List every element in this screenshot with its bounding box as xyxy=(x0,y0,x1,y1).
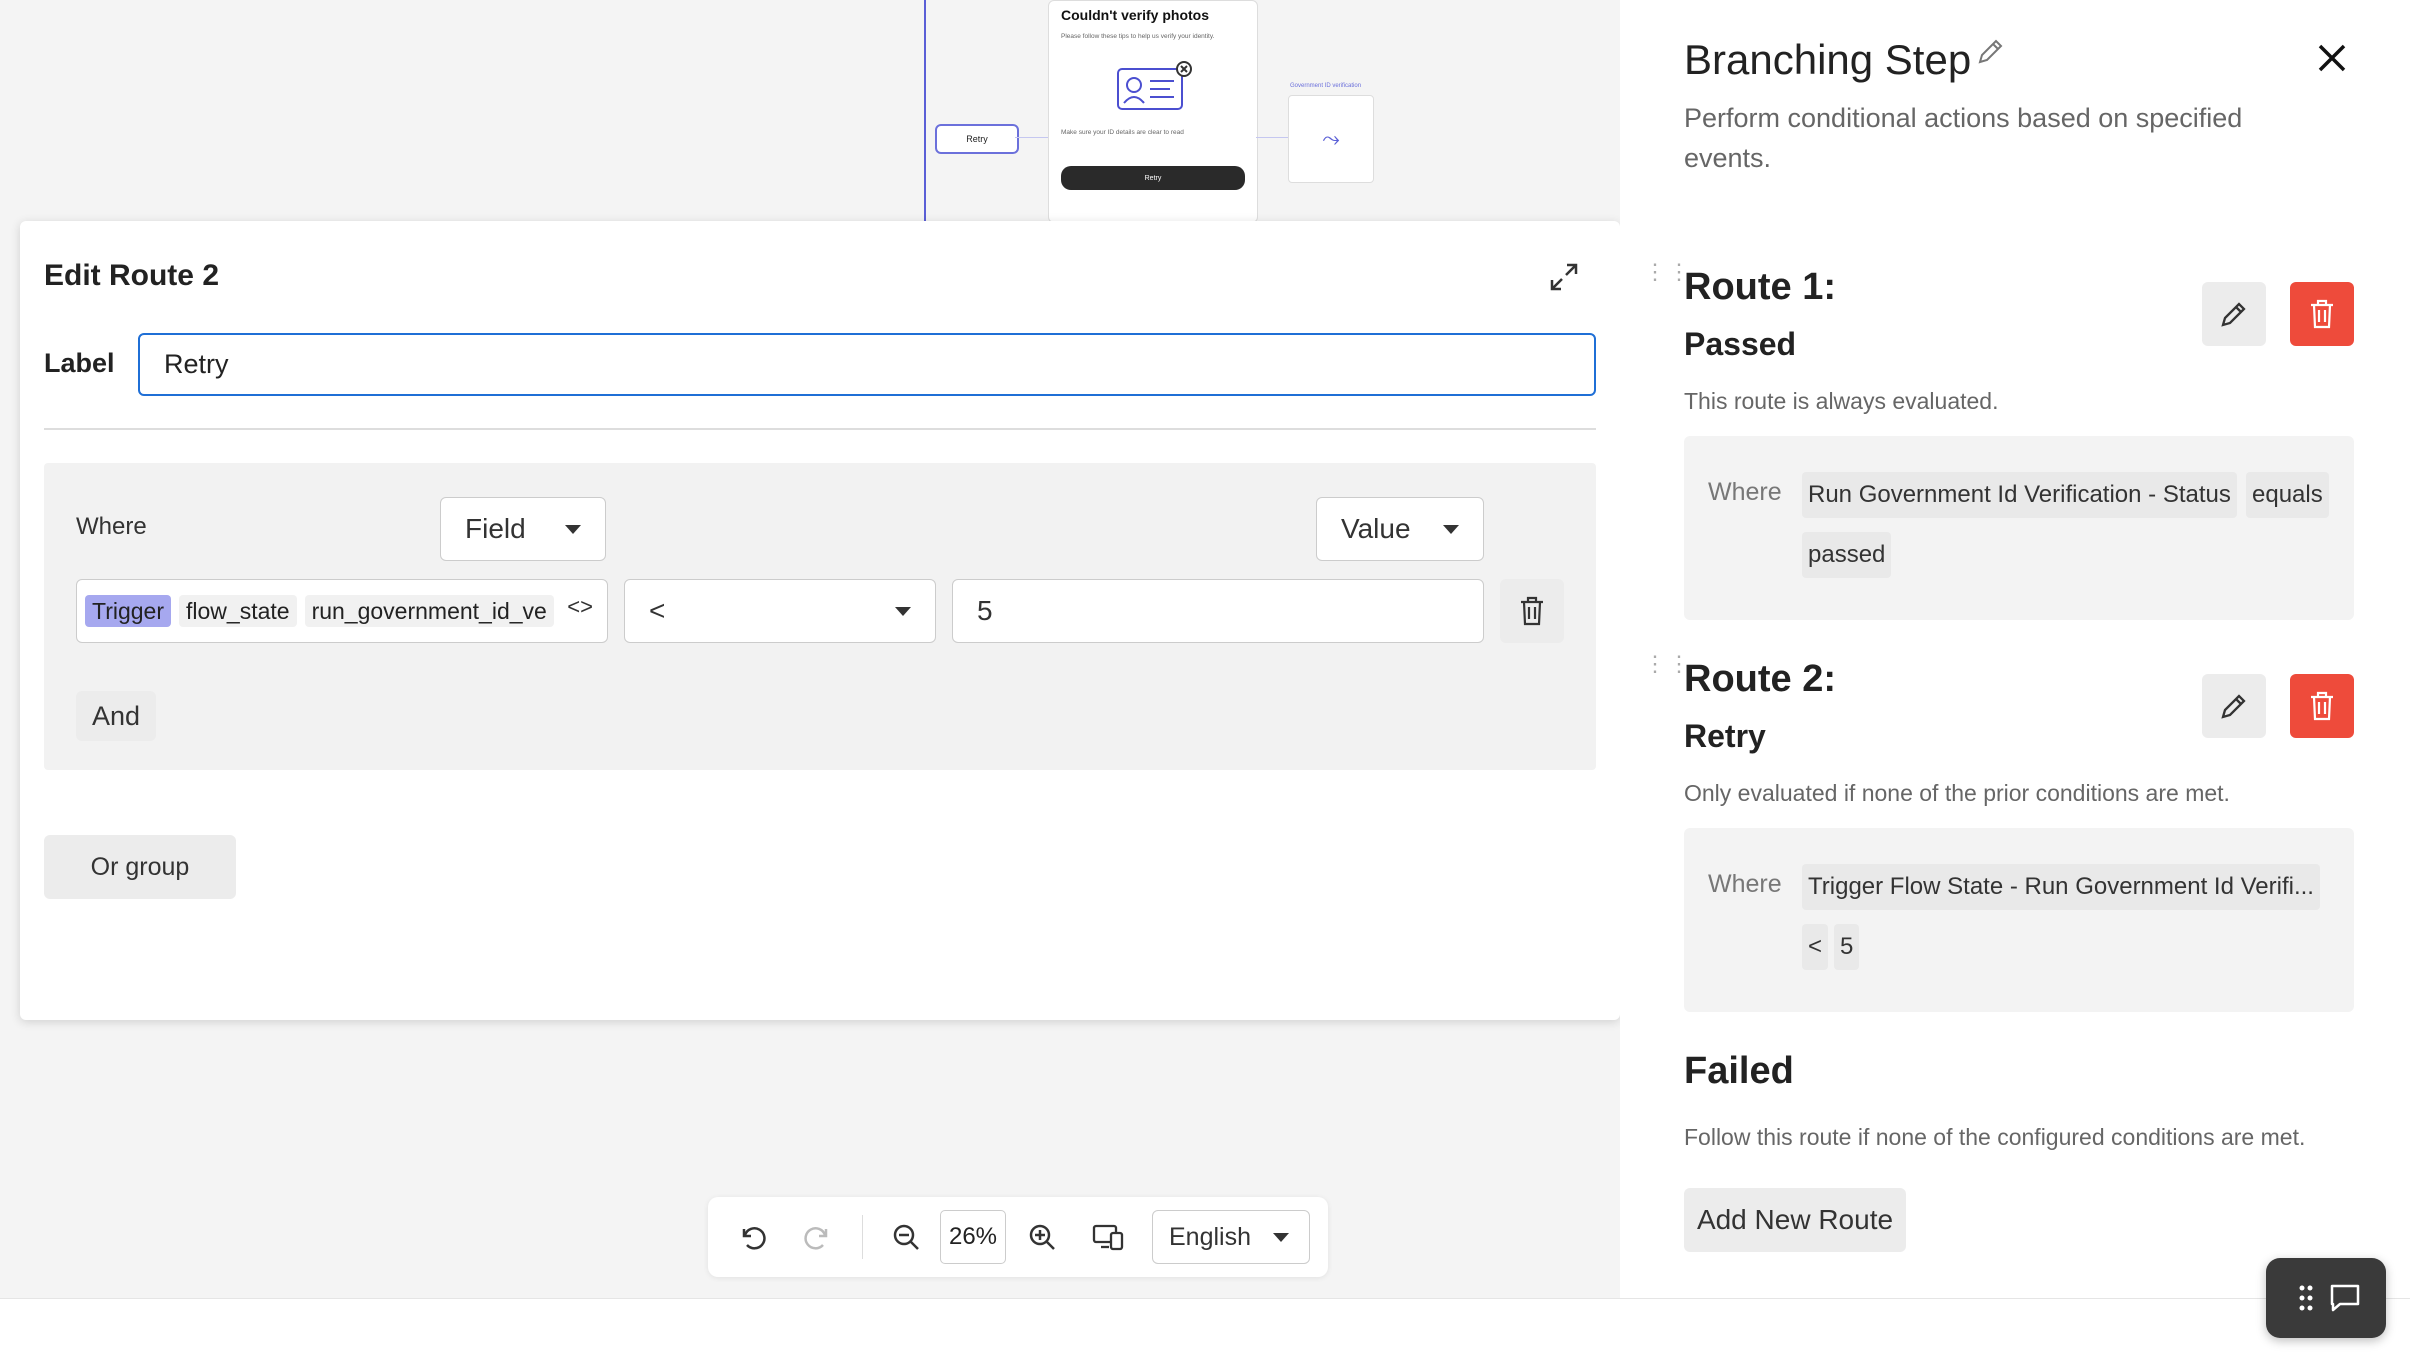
condition-chip: Run Government Id Verification - Status xyxy=(1802,472,2237,518)
condition-group: Where Field Value Trigger flow_state run… xyxy=(44,463,1596,770)
condition-chip: < xyxy=(1802,924,1829,970)
undo-icon[interactable] xyxy=(732,1217,772,1257)
or-group-button[interactable]: Or group xyxy=(44,835,236,899)
route-label-input[interactable]: Retry xyxy=(138,333,1596,396)
where-label: Where xyxy=(76,513,147,540)
failed-title: Failed xyxy=(1684,1050,1794,1092)
path-chip-flow-state: flow_state xyxy=(179,595,297,627)
value-dropdown[interactable]: Value xyxy=(1316,497,1484,561)
condition-chip: passed xyxy=(1802,532,1892,578)
field-dropdown-label: Field xyxy=(465,513,526,544)
route-2-description: Only evaluated if none of the prior cond… xyxy=(1684,780,2230,806)
trash-icon xyxy=(2311,691,2333,721)
edit-title-pencil-icon[interactable] xyxy=(1974,36,2006,68)
failed-description: Follow this route if none of the configu… xyxy=(1684,1124,2306,1150)
screen-retry-button[interactable]: Retry xyxy=(1061,166,1245,190)
language-dropdown[interactable]: English xyxy=(1152,1210,1310,1264)
value-dropdown-label: Value xyxy=(1341,513,1411,544)
canvas-toolbar: 26% English xyxy=(708,1197,1328,1277)
zoom-out-icon[interactable] xyxy=(886,1217,926,1257)
delete-condition-button[interactable] xyxy=(1500,579,1564,643)
route-2-conditions: Where Trigger Flow State - Run Governmen… xyxy=(1684,828,2354,1012)
close-icon[interactable] xyxy=(2312,38,2352,78)
panel-subtitle: Perform conditional actions based on spe… xyxy=(1684,103,2243,173)
language-label: English xyxy=(1169,1222,1251,1251)
value-input[interactable]: 5 xyxy=(952,579,1484,643)
panel-title: Branching Step xyxy=(1684,36,1972,83)
modal-title: Edit Route 2 xyxy=(44,259,220,292)
edit-route-2-button[interactable] xyxy=(2202,674,2266,738)
branching-step-panel: Branching Step Perform conditional actio… xyxy=(1620,0,2410,1298)
label-caption: Label xyxy=(44,348,115,378)
chevron-down-icon xyxy=(895,607,911,616)
edit-route-modal: Edit Route 2 Label Retry Where Field Val… xyxy=(20,221,1620,1020)
screen-title: Couldn't verify photos xyxy=(1061,7,1209,23)
add-new-route-button[interactable]: Add New Route xyxy=(1684,1188,1906,1252)
divider xyxy=(44,428,1596,430)
route-1-description: This route is always evaluated. xyxy=(1684,388,1999,414)
screen-subtitle: Please follow these tips to help us veri… xyxy=(1061,33,1215,40)
expand-icon[interactable] xyxy=(1546,259,1582,295)
branch-arrow-icon: ⤳ xyxy=(1322,126,1340,151)
device-preview-icon[interactable] xyxy=(1088,1217,1128,1257)
condition-chip: Trigger Flow State - Run Government Id V… xyxy=(1802,864,2320,910)
chevron-down-icon xyxy=(565,525,581,534)
route-1-title: Route 1: xyxy=(1684,266,1836,308)
zoom-level[interactable]: 26% xyxy=(940,1210,1006,1264)
route-1-conditions: Where Run Government Id Verification - S… xyxy=(1684,436,2354,620)
where-label: Where xyxy=(1708,870,1782,898)
screen-preview-card[interactable]: Couldn't verify photos Please follow the… xyxy=(1048,0,1258,223)
trash-icon xyxy=(2311,299,2333,329)
toolbar-divider xyxy=(862,1215,863,1259)
field-dropdown[interactable]: Field xyxy=(440,497,606,561)
edit-route-1-button[interactable] xyxy=(2202,282,2266,346)
route-2-title: Route 2: xyxy=(1684,658,1836,700)
trash-icon xyxy=(1521,596,1543,626)
id-card-icon xyxy=(1114,59,1194,111)
where-label: Where xyxy=(1708,478,1782,506)
delete-route-2-button[interactable] xyxy=(2290,674,2354,738)
pencil-icon xyxy=(2221,694,2246,719)
canvas-connector-line xyxy=(924,0,926,221)
operator-value: < xyxy=(649,595,666,626)
gov-verification-node[interactable]: ⤳ xyxy=(1288,95,1374,183)
gov-node-label: Government ID verification xyxy=(1290,83,1362,89)
chat-widget[interactable] xyxy=(2266,1258,2386,1338)
condition-chip: 5 xyxy=(1834,924,1860,970)
redo-icon[interactable] xyxy=(798,1217,838,1257)
route-1-name: Passed xyxy=(1684,326,1797,362)
operator-dropdown[interactable]: < xyxy=(624,579,936,643)
grid-dots-icon xyxy=(2298,1284,2314,1312)
path-chip-trigger: Trigger xyxy=(85,595,171,627)
field-path-input[interactable]: Trigger flow_state run_government_id_ve … xyxy=(76,579,608,643)
chevron-down-icon xyxy=(1443,525,1459,534)
condition-chip: equals xyxy=(2246,472,2329,518)
bottom-bar xyxy=(0,1298,2410,1369)
route-2-name: Retry xyxy=(1684,718,1766,754)
code-icon[interactable]: <> xyxy=(567,594,593,620)
path-chip-run-gov-id: run_government_id_ve xyxy=(304,595,554,627)
value-text: 5 xyxy=(977,595,993,626)
delete-route-1-button[interactable] xyxy=(2290,282,2354,346)
pencil-icon xyxy=(2221,302,2246,327)
and-button[interactable]: And xyxy=(76,691,156,741)
canvas-edge xyxy=(1015,137,1050,138)
chat-bubble-icon xyxy=(2328,1282,2362,1314)
canvas-retry-node[interactable]: Retry xyxy=(935,124,1019,154)
screen-hint: Make sure your ID details are clear to r… xyxy=(1061,129,1184,136)
chevron-down-icon xyxy=(1273,1233,1289,1242)
zoom-in-icon[interactable] xyxy=(1022,1217,1062,1257)
canvas-edge xyxy=(1256,137,1288,138)
